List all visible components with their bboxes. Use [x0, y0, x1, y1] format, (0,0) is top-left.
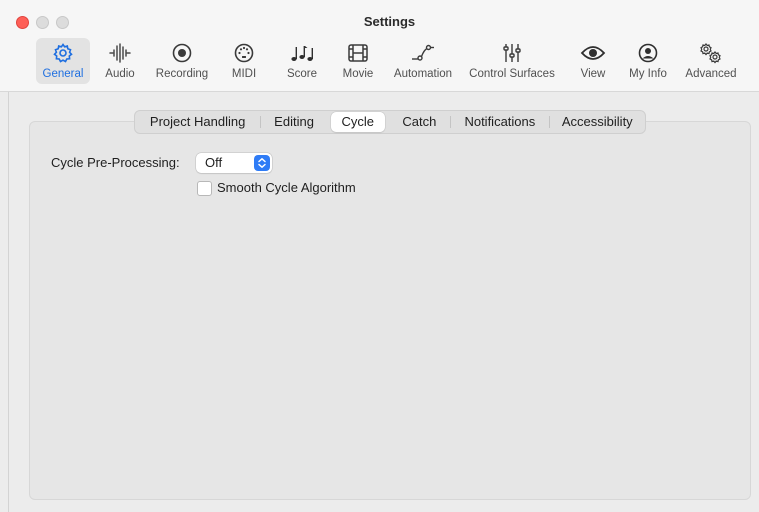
toolbar-control-surfaces-label: Control Surfaces — [469, 68, 555, 80]
toolbar-general[interactable]: General — [36, 38, 90, 84]
toolbar-movie[interactable]: Movie — [337, 38, 379, 84]
smooth-cycle-checkbox[interactable] — [197, 181, 212, 196]
toolbar-audio-label: Audio — [105, 68, 135, 80]
window-title: Settings — [363, 14, 416, 29]
sliders-icon — [501, 40, 523, 66]
settings-content-panel — [29, 121, 751, 500]
toolbar-movie-label: Movie — [342, 68, 374, 80]
window-left-border — [8, 92, 9, 512]
person-icon — [637, 40, 659, 66]
toolbar-midi-label: MIDI — [231, 68, 257, 80]
tab-notifications[interactable]: Notifications — [451, 112, 548, 132]
toolbar-control-surfaces[interactable]: Control Surfaces — [464, 38, 560, 84]
film-icon — [347, 40, 369, 66]
tab-catch[interactable]: Catch — [389, 112, 451, 132]
toolbar-general-label: General — [42, 68, 84, 80]
segmented-tab-control: Project Handling Editing Cycle Catch Not… — [134, 110, 646, 134]
updown-chevron-icon — [254, 155, 270, 171]
gears-icon — [697, 40, 725, 66]
toolbar-automation-label: Automation — [393, 68, 453, 80]
automation-curve-icon — [410, 40, 436, 66]
toolbar-midi[interactable]: MIDI — [224, 38, 264, 84]
toolbar-score[interactable]: Score — [282, 38, 322, 84]
record-icon — [171, 40, 193, 66]
toolbar-audio[interactable]: Audio — [98, 38, 142, 84]
eye-icon — [580, 40, 606, 66]
toolbar-automation[interactable]: Automation — [390, 38, 456, 84]
toolbar-recording[interactable]: Recording — [150, 38, 214, 84]
titlebar: Settings General Audio Recording MIDI Sc… — [0, 0, 759, 92]
toolbar-advanced-label: Advanced — [685, 68, 737, 80]
music-notes-icon — [289, 40, 315, 66]
midi-icon — [233, 40, 255, 66]
cycle-preprocessing-select[interactable]: Off — [196, 153, 272, 173]
toolbar-advanced[interactable]: Advanced — [682, 38, 740, 84]
toolbar-view-label: View — [580, 68, 606, 80]
cycle-preprocessing-value: Off — [205, 155, 223, 170]
toolbar-my-info[interactable]: My Info — [624, 38, 672, 84]
toolbar-recording-label: Recording — [155, 68, 209, 80]
tab-accessibility[interactable]: Accessibility — [550, 112, 645, 132]
waveform-icon — [108, 40, 132, 66]
toolbar-my-info-label: My Info — [629, 68, 667, 80]
settings-window: Settings General Audio Recording MIDI Sc… — [0, 0, 759, 512]
tab-editing[interactable]: Editing — [261, 112, 327, 132]
toolbar-view[interactable]: View — [574, 38, 612, 84]
cycle-preprocessing-label: Cycle Pre-Processing: — [51, 155, 180, 170]
toolbar-score-label: Score — [286, 68, 318, 80]
gear-icon — [52, 40, 74, 66]
tab-project-handling[interactable]: Project Handling — [135, 112, 260, 132]
tab-cycle[interactable]: Cycle — [330, 112, 385, 132]
smooth-cycle-label: Smooth Cycle Algorithm — [217, 180, 356, 195]
